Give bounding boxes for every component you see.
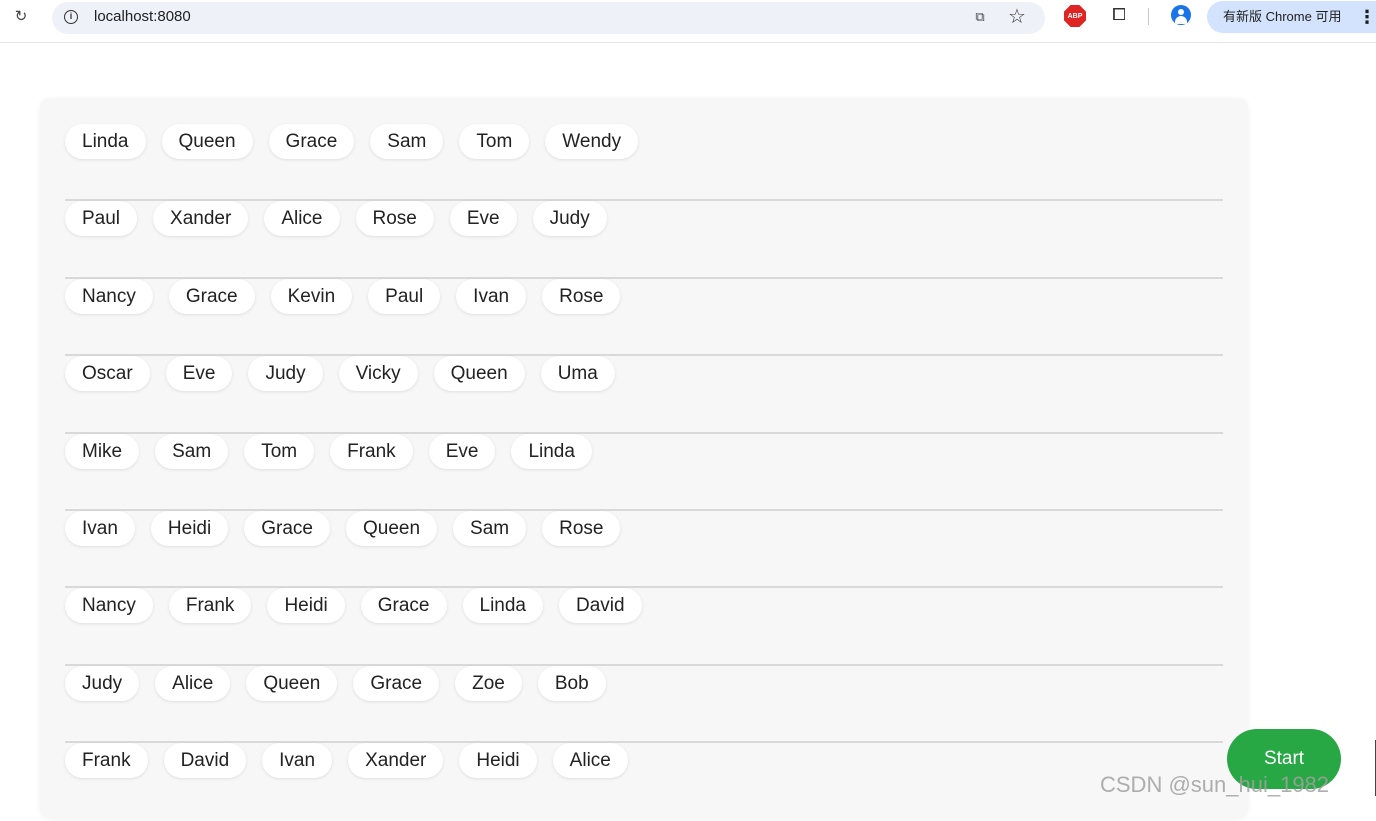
name-row: Nancy Grace Kevin Paul Ivan Rose [65,278,1223,357]
name-chip[interactable]: Alice [264,201,340,237]
name-chip[interactable]: Linda [65,124,146,159]
profile-avatar-icon[interactable] [1171,5,1191,25]
translate-icon[interactable]: ⧉ [970,8,990,26]
name-chip[interactable]: Alice [155,665,231,701]
browser-toolbar: ↻ i localhost:8080 ⧉ ☆ ABP ⧠ 有新版 Chrome … [0,0,1376,43]
name-rows: Linda Queen Grace Sam Tom Wendy Paul Xander Alic… [65,124,1223,821]
name-chip[interactable]: Linda [511,433,592,469]
toolbar-divider [1148,8,1149,25]
name-chip[interactable]: Rose [542,278,621,314]
name-chip[interactable]: Tom [244,433,315,469]
name-chip[interactable]: David [559,588,642,624]
name-grid-panel: Linda Queen Grace Sam Tom Wendy Paul Xander Alic… [40,98,1248,818]
name-chip[interactable]: Judy [65,665,140,701]
name-chip[interactable]: Nancy [65,278,153,314]
reload-icon[interactable]: ↻ [10,5,32,27]
name-row: Mike Sam Tom Frank Eve Linda [65,433,1223,511]
name-chip[interactable]: Xander [153,201,249,237]
name-chip[interactable]: Paul [65,201,138,237]
name-chip[interactable]: Ivan [65,510,135,546]
name-chip[interactable]: Sam [453,510,527,546]
name-chip[interactable]: Grace [244,510,330,546]
name-chip[interactable]: Rose [355,201,434,237]
name-chip[interactable]: Tom [459,124,530,159]
name-chip[interactable]: David [163,743,247,779]
watermark: CSDN @sun_hui_1982 [1100,772,1330,797]
name-chip[interactable]: Queen [246,665,338,701]
name-chip[interactable]: Heidi [267,588,345,624]
name-chip[interactable]: Queen [345,510,438,546]
name-chip[interactable]: Linda [462,588,543,624]
name-chip[interactable]: Sam [370,124,444,159]
name-chip[interactable]: Queen [433,356,525,392]
name-chip[interactable]: Ivan [262,743,333,779]
name-chip[interactable]: Uma [540,356,615,392]
chrome-update-button[interactable]: 有新版 Chrome 可用 ⋮ [1207,1,1376,33]
name-chip[interactable]: Nancy [65,588,153,624]
name-chip[interactable]: Paul [368,278,441,314]
adblock-plus-icon[interactable]: ABP [1064,5,1086,27]
name-chip[interactable]: Eve [428,433,496,469]
name-chip[interactable]: Queen [161,124,253,159]
name-chip[interactable]: Kevin [270,278,353,314]
name-chip[interactable]: Vicky [338,356,418,392]
more-menu-icon[interactable]: ⋮ [1358,1,1376,33]
address-bar[interactable]: i localhost:8080 ⧉ ☆ [52,2,1045,34]
chrome-update-label: 有新版 Chrome 可用 [1223,9,1342,24]
name-chip[interactable]: Eve [165,356,233,392]
name-chip[interactable]: Frank [168,588,252,624]
name-chip[interactable]: Sam [155,433,229,469]
site-info-icon[interactable]: i [64,10,78,24]
name-chip[interactable]: Rose [542,510,621,546]
name-row: Oscar Eve Judy Vicky Queen Uma [65,356,1223,434]
name-chip[interactable]: Wendy [545,124,639,159]
name-chip[interactable]: Xander [348,743,444,779]
bookmark-star-icon[interactable]: ☆ [1006,5,1028,28]
name-row: Ivan Heidi Grace Queen Sam Rose [65,510,1223,589]
name-chip[interactable]: Alice [552,743,628,779]
name-chip[interactable]: Eve [449,201,517,237]
name-chip[interactable]: Mike [65,433,140,469]
name-chip[interactable]: Heidi [150,510,229,546]
name-chip[interactable]: Bob [537,665,606,701]
name-chip[interactable]: Oscar [65,356,150,392]
name-chip[interactable]: Frank [330,433,413,469]
name-row: Paul Xander Alice Rose Eve Judy [65,201,1223,279]
name-chip[interactable]: Zoe [455,665,522,701]
extensions-puzzle-icon[interactable]: ⧠ [1108,4,1130,26]
name-chip[interactable]: Heidi [459,743,537,779]
name-chip[interactable]: Judy [532,201,607,237]
name-row: Judy Alice Queen Grace Zoe Bob [65,665,1223,744]
name-chip[interactable]: Frank [65,743,148,779]
name-row: Nancy Frank Heidi Grace Linda David [65,588,1223,666]
name-chip[interactable]: Grace [360,588,447,624]
name-row: Linda Queen Grace Sam Tom Wendy [65,124,1223,202]
name-chip[interactable]: Judy [248,356,323,392]
name-chip[interactable]: Grace [168,278,255,314]
name-chip[interactable]: Ivan [456,278,527,314]
name-row: Frank David Ivan Xander Heidi Alice [65,743,1223,820]
url-text[interactable]: localhost:8080 [94,8,191,25]
name-chip[interactable]: Grace [268,124,355,159]
name-chip[interactable]: Grace [353,665,440,701]
